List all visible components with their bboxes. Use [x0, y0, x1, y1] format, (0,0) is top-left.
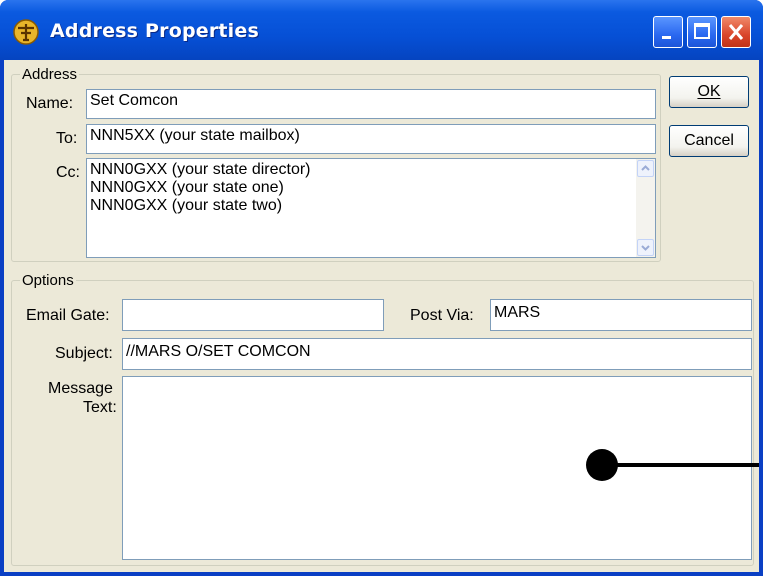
post-via-field[interactable]: MARS — [490, 299, 752, 331]
to-label: To: — [56, 130, 78, 147]
cc-line: NNN0GXX (your state two) — [90, 197, 283, 214]
cancel-button[interactable]: Cancel — [669, 125, 749, 157]
minimize-icon — [662, 36, 671, 39]
to-field[interactable]: NNN5XX (your state mailbox) — [86, 124, 656, 154]
message-text-area[interactable] — [122, 376, 752, 560]
window-frame-bottom — [0, 572, 763, 576]
options-group-legend: Options — [20, 272, 76, 289]
post-via-label: Post Via: — [410, 307, 474, 324]
chevron-up-icon — [641, 165, 650, 171]
dialog-client-area: Address Name: Set Comcon To: NNN5XX (you… — [4, 60, 759, 572]
subject-label: Subject: — [55, 345, 113, 362]
cc-label: Cc: — [56, 164, 80, 181]
ok-button-label: OK — [697, 83, 721, 100]
address-properties-window: Address Properties Address Name: Set Com… — [0, 0, 763, 576]
chevron-down-icon — [641, 245, 650, 251]
email-gate-field[interactable] — [122, 299, 384, 331]
scroll-up-button[interactable] — [637, 160, 654, 177]
email-gate-label: Email Gate: — [26, 307, 110, 324]
cc-scrollbar[interactable] — [636, 159, 655, 257]
message-label-line1: Message — [48, 380, 113, 397]
ok-button[interactable]: OK — [669, 76, 749, 108]
cancel-button-label: Cancel — [684, 132, 734, 149]
subject-field[interactable]: //MARS O/SET COMCON — [122, 338, 752, 370]
callout-line — [612, 463, 759, 467]
close-icon — [728, 24, 744, 40]
name-field[interactable]: Set Comcon — [86, 89, 656, 119]
message-label-line2: Text: — [83, 399, 117, 416]
app-icon — [13, 19, 39, 45]
scroll-down-button[interactable] — [637, 239, 654, 256]
close-button[interactable] — [721, 16, 751, 48]
title-bar[interactable]: Address Properties — [0, 0, 763, 60]
address-group-legend: Address — [20, 66, 80, 83]
cc-line: NNN0GXX (your state one) — [90, 179, 284, 196]
window-title: Address Properties — [50, 20, 259, 42]
name-label: Name: — [26, 95, 74, 112]
minimize-button[interactable] — [653, 16, 683, 48]
cc-field[interactable]: NNN0GXX (your state director) NNN0GXX (y… — [86, 158, 656, 258]
maximize-icon — [694, 23, 710, 39]
maximize-button[interactable] — [687, 16, 717, 48]
cc-line: NNN0GXX (your state director) — [90, 161, 311, 178]
